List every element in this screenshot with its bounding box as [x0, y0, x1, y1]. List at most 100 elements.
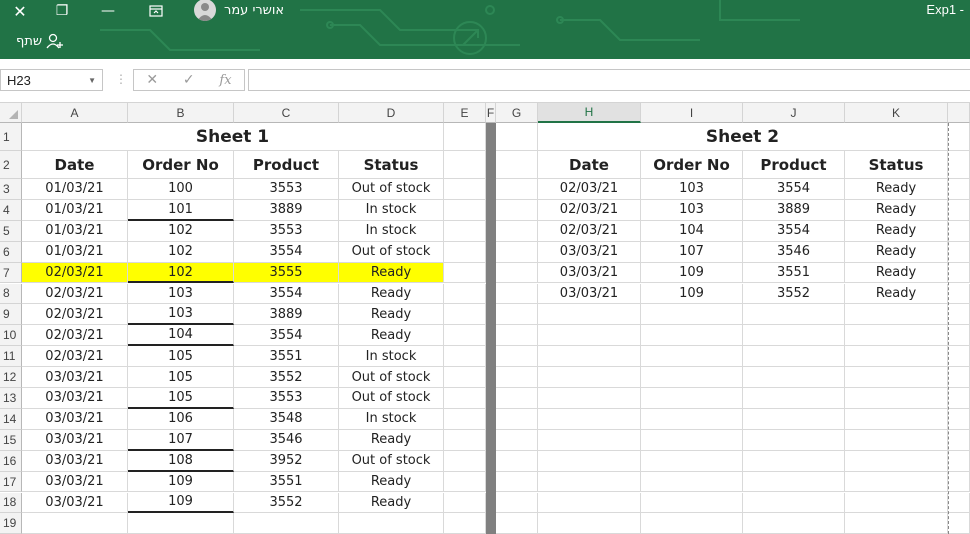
- cell[interactable]: [743, 325, 845, 347]
- cell[interactable]: [22, 513, 128, 534]
- cell[interactable]: [743, 367, 845, 388]
- cell[interactable]: [538, 325, 641, 347]
- sheet2-record-cell[interactable]: 02/03/21: [538, 199, 641, 221]
- cell[interactable]: [948, 408, 970, 430]
- cell[interactable]: [496, 262, 538, 284]
- row-header-10[interactable]: 10: [0, 325, 22, 347]
- cell[interactable]: [538, 513, 641, 534]
- column-header-a[interactable]: A: [22, 103, 128, 123]
- cell[interactable]: [948, 346, 970, 368]
- cell[interactable]: [444, 429, 486, 451]
- cell[interactable]: [538, 492, 641, 514]
- sheet1-record-cell[interactable]: 03/03/21: [22, 408, 128, 430]
- cell[interactable]: [641, 304, 743, 326]
- sheet1-record-cell[interactable]: 03/03/21: [22, 492, 128, 514]
- sheet1-record-cell[interactable]: 02/03/21: [22, 325, 128, 347]
- sheet2-record-cell[interactable]: 107: [641, 241, 743, 263]
- cell[interactable]: [743, 450, 845, 472]
- cell[interactable]: [444, 471, 486, 493]
- sheet2-record-cell[interactable]: 02/03/21: [538, 179, 641, 200]
- row-header-3[interactable]: 3: [0, 179, 22, 200]
- cell[interactable]: [845, 346, 948, 368]
- cell[interactable]: [496, 408, 538, 430]
- sheet2-record-cell[interactable]: Ready: [845, 179, 948, 200]
- cell[interactable]: [444, 346, 486, 368]
- sheet1-record-cell[interactable]: 104: [128, 325, 234, 347]
- cell[interactable]: [444, 179, 486, 200]
- row-header-7[interactable]: 7: [0, 262, 22, 284]
- sheet1-record-cell[interactable]: 3551: [234, 346, 339, 368]
- cell[interactable]: [641, 325, 743, 347]
- sheet2-record-cell[interactable]: 109: [641, 283, 743, 305]
- cell[interactable]: [444, 151, 486, 179]
- cell[interactable]: [538, 471, 641, 493]
- sheet1-record-cell[interactable]: 3553: [234, 220, 339, 242]
- sheet1-record-cell[interactable]: 3889: [234, 304, 339, 326]
- cell[interactable]: [641, 450, 743, 472]
- sheet1-record-cell[interactable]: Out of stock: [339, 179, 444, 200]
- sheet1-record-cell[interactable]: 3555: [234, 262, 339, 284]
- sheet2-record-cell[interactable]: Ready: [845, 241, 948, 263]
- select-all-button[interactable]: [0, 103, 22, 123]
- sheet1-record-cell[interactable]: 03/03/21: [22, 450, 128, 472]
- cell[interactable]: [444, 304, 486, 326]
- sheet1-record-cell[interactable]: 01/03/21: [22, 220, 128, 242]
- cell[interactable]: [444, 388, 486, 409]
- sheet1-record-cell[interactable]: 3546: [234, 429, 339, 451]
- row-header-14[interactable]: 14: [0, 408, 22, 430]
- cell[interactable]: [496, 304, 538, 326]
- cell[interactable]: [948, 220, 970, 242]
- cell[interactable]: [234, 513, 339, 534]
- column-header-i[interactable]: I: [641, 103, 743, 123]
- sheet1-record-cell[interactable]: 103: [128, 304, 234, 326]
- cell[interactable]: [538, 450, 641, 472]
- sheet1-record-cell[interactable]: Ready: [339, 492, 444, 514]
- cell[interactable]: [845, 325, 948, 347]
- sheet2-record-cell[interactable]: Ready: [845, 262, 948, 284]
- sheet1-record-cell[interactable]: In stock: [339, 408, 444, 430]
- row-header-16[interactable]: 16: [0, 450, 22, 472]
- sheet1-record-cell[interactable]: 102: [128, 220, 234, 242]
- cell[interactable]: [845, 471, 948, 493]
- sheet2-record-cell[interactable]: 02/03/21: [538, 220, 641, 242]
- sheet1-record-cell[interactable]: 103: [128, 283, 234, 305]
- cell[interactable]: [641, 492, 743, 514]
- cell[interactable]: [444, 325, 486, 347]
- cell[interactable]: [845, 450, 948, 472]
- row-header-9[interactable]: 9: [0, 304, 22, 326]
- sheet1-record-cell[interactable]: 3952: [234, 450, 339, 472]
- cell[interactable]: [496, 492, 538, 514]
- row-header-8[interactable]: 8: [0, 283, 22, 305]
- cell[interactable]: [496, 123, 538, 151]
- sheet1-record-cell[interactable]: Ready: [339, 304, 444, 326]
- column-header-b[interactable]: B: [128, 103, 234, 123]
- cell[interactable]: [444, 283, 486, 305]
- chevron-down-icon[interactable]: ▼: [88, 76, 96, 85]
- row-header-19[interactable]: 19: [0, 513, 22, 534]
- cell[interactable]: [444, 220, 486, 242]
- row-header-17[interactable]: 17: [0, 471, 22, 493]
- cell[interactable]: [948, 179, 970, 200]
- cell[interactable]: [444, 367, 486, 388]
- close-window-button[interactable]: ✕: [0, 0, 40, 22]
- cell[interactable]: [339, 513, 444, 534]
- cell[interactable]: [743, 492, 845, 514]
- sheet1-record-cell[interactable]: 03/03/21: [22, 471, 128, 493]
- sheet1-record-cell[interactable]: 3553: [234, 179, 339, 200]
- sheet1-record-cell[interactable]: 3548: [234, 408, 339, 430]
- sheet1-record-cell[interactable]: 03/03/21: [22, 388, 128, 409]
- cell[interactable]: [444, 123, 486, 151]
- sheet1-record-cell[interactable]: 01/03/21: [22, 199, 128, 221]
- row-header-6[interactable]: 6: [0, 241, 22, 263]
- sheet1-record-cell[interactable]: Out of stock: [339, 241, 444, 263]
- share-button[interactable]: שתף: [16, 33, 64, 49]
- column-header-d[interactable]: D: [339, 103, 444, 123]
- cell[interactable]: [641, 388, 743, 409]
- sheet1-record-cell[interactable]: 108: [128, 450, 234, 472]
- restore-window-button[interactable]: ❐: [42, 0, 82, 22]
- worksheet-grid[interactable]: A B C D E F G H I J K 1 2 3 4 5 6 7 8 9 10 11 12 13 14 15 16 17 18 19…: [0, 103, 970, 534]
- column-header-k[interactable]: K: [845, 103, 948, 123]
- sheet1-record-cell[interactable]: 02/03/21: [22, 262, 128, 284]
- cell[interactable]: [948, 325, 970, 347]
- sheet1-record-cell[interactable]: Ready: [339, 471, 444, 493]
